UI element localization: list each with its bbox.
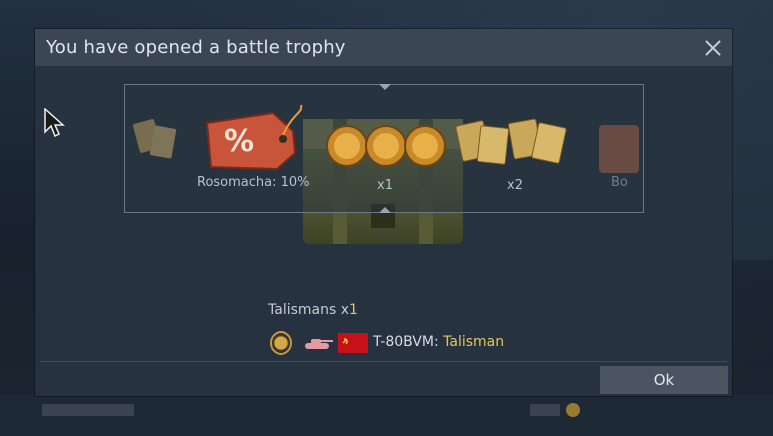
- booster-icon: [599, 125, 639, 173]
- close-icon[interactable]: [700, 35, 726, 61]
- mouse-cursor-icon: [44, 108, 65, 138]
- talisman-medals-icon: [326, 125, 446, 167]
- slot-label: x2: [507, 178, 523, 193]
- reward-title-text: Talismans x: [268, 302, 350, 318]
- dialog-title: You have opened a battle trophy: [46, 37, 346, 58]
- slot-label: x1: [377, 178, 393, 193]
- slot-label: Rosomacha: 10%: [197, 175, 310, 190]
- dialog-titlebar: You have opened a battle trophy: [35, 29, 732, 66]
- vehicle-reward-text: T-80BVM: Talisman: [373, 334, 504, 350]
- svg-text:%: %: [224, 124, 254, 159]
- discount-tag-icon: %: [205, 104, 303, 171]
- talisman-cards-icon: [455, 118, 567, 165]
- slot-label: Bo: [611, 175, 628, 190]
- vehicle-bonus: Talisman: [443, 334, 505, 350]
- background-panel: [732, 60, 773, 260]
- background-text: [42, 404, 134, 416]
- roulette-top-marker: [379, 84, 391, 90]
- dialog-divider: [40, 361, 727, 362]
- tank-icon: [305, 339, 333, 349]
- ussr-flag-icon: [338, 333, 368, 353]
- roulette-bottom-marker: [379, 207, 391, 213]
- reward-title: Talismans x1: [268, 302, 358, 318]
- reward-count: 1: [349, 302, 358, 318]
- background-text: [530, 404, 560, 416]
- reward-roulette: % Rosomacha: 10% x1 x2 Bo: [124, 84, 644, 213]
- vehicle-name: T-80BVM:: [373, 334, 439, 350]
- talisman-medal-icon: [270, 331, 293, 355]
- ok-button[interactable]: Ok: [600, 366, 728, 394]
- background-coin-icon: [566, 403, 580, 417]
- trophy-dialog: You have opened a battle trophy % Rosoma…: [35, 29, 732, 396]
- talisman-cards-icon: [132, 119, 177, 159]
